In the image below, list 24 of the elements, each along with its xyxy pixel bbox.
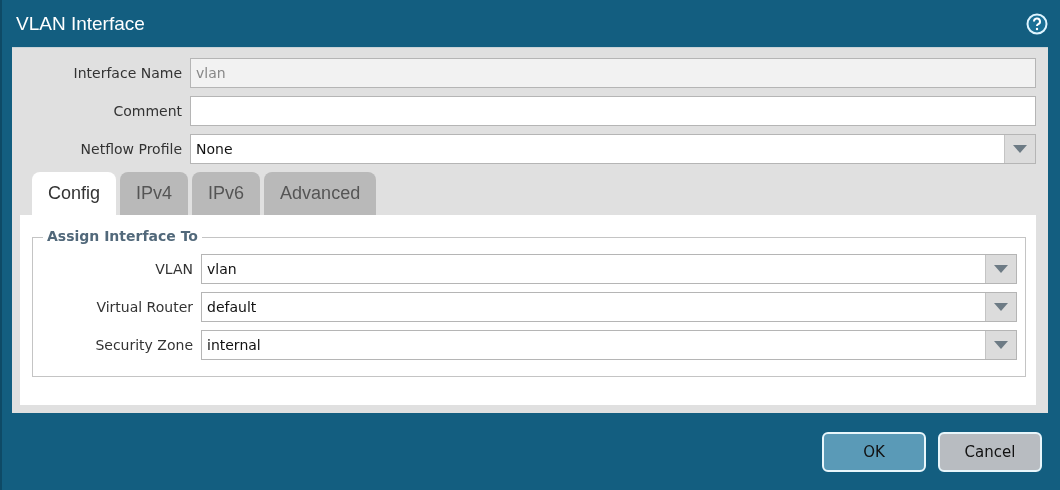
field-label: VLAN [154, 261, 193, 277]
dropdown-arrow-icon[interactable] [1013, 145, 1027, 153]
dropdown-field[interactable]: None [190, 134, 1036, 164]
tab[interactable]: Config [32, 172, 117, 215]
dropdown-arrow-icon[interactable] [994, 341, 1008, 349]
ok-button[interactable]: OK [822, 431, 926, 472]
group-title: Assign Interface To [43, 228, 202, 244]
cancel-button[interactable]: Cancel [938, 431, 1042, 472]
dropdown-field[interactable]: vlan [201, 254, 1017, 284]
field-label: Interface Name [72, 65, 182, 81]
field-label: Virtual Router [95, 299, 193, 315]
tab[interactable]: IPv4 [120, 172, 189, 215]
dropdown-field[interactable]: internal [201, 330, 1017, 360]
dropdown-arrow-icon[interactable] [994, 303, 1008, 311]
dropdown-field[interactable]: default [201, 292, 1017, 322]
field-label: Comment [112, 103, 182, 119]
text-field[interactable] [190, 96, 1036, 126]
tab[interactable]: IPv6 [192, 172, 261, 215]
window-title: VLAN Interface [15, 12, 145, 35]
dropdown-arrow-icon[interactable] [994, 265, 1008, 273]
field-label: Netflow Profile [79, 141, 182, 157]
field-label: Security Zone [94, 337, 193, 353]
tab[interactable]: Advanced [264, 172, 377, 215]
help-icon[interactable] [1026, 12, 1048, 35]
